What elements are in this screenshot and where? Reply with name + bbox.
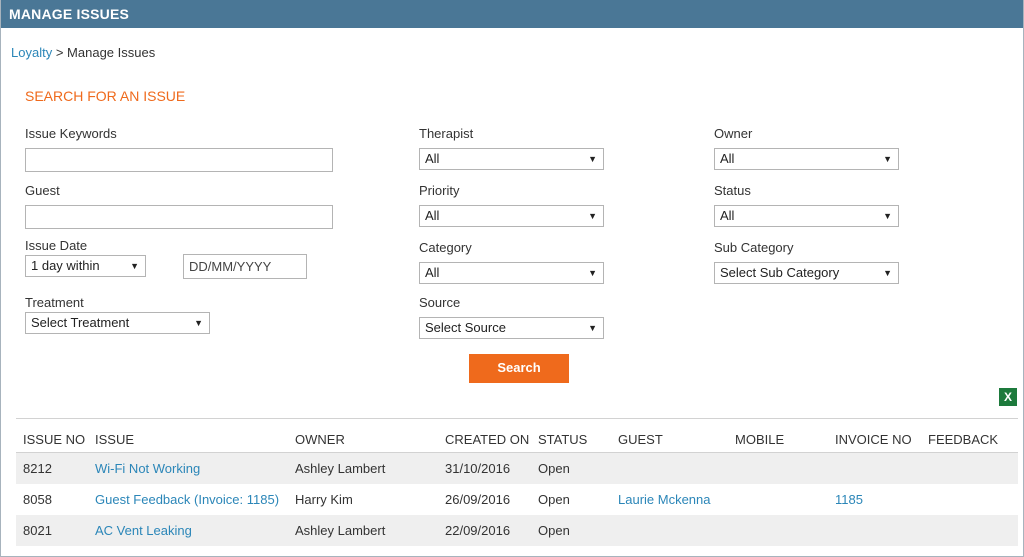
priority-label: Priority — [419, 183, 460, 198]
issue-date-range-select[interactable]: 1 day within ▼ — [25, 255, 146, 277]
cell-feedback — [921, 515, 1018, 546]
owner-select[interactable]: All ▼ — [714, 148, 899, 170]
column-header-owner[interactable]: OWNER — [288, 428, 438, 453]
table-row: 8021 AC Vent Leaking Ashley Lambert 22/0… — [16, 515, 1018, 546]
status-select-value: All — [720, 208, 735, 223]
guest-label: Guest — [25, 183, 60, 198]
cell-owner: Harry Kim — [295, 492, 353, 507]
treatment-select-value: Select Treatment — [31, 315, 130, 330]
issue-keywords-input[interactable] — [25, 148, 333, 172]
sub-category-label: Sub Category — [714, 240, 794, 255]
chevron-down-icon: ▼ — [588, 211, 597, 221]
invoice-link[interactable] — [828, 515, 921, 546]
sub-category-select-value: Select Sub Category — [720, 265, 840, 280]
window-title: MANAGE ISSUES — [1, 0, 1023, 28]
priority-select-value: All — [425, 208, 440, 223]
issue-date-input[interactable] — [183, 254, 307, 279]
cell-owner: Ashley Lambert — [288, 452, 438, 484]
cell-feedback — [921, 452, 1018, 484]
cell-status: Open — [531, 452, 611, 484]
manage-issues-window: MANAGE ISSUES Loyalty > Manage Issues SE… — [0, 0, 1024, 557]
breadcrumb: Loyalty > Manage Issues — [11, 45, 155, 60]
issue-date-label: Issue Date — [25, 238, 88, 253]
status-label: Status — [714, 183, 751, 198]
cell-created-on: 26/09/2016 — [445, 492, 511, 507]
table-header-row: ISSUE NO ISSUE OWNER CREATED ON STATUS G… — [16, 428, 1018, 453]
issues-table: ISSUE NO ISSUE OWNER CREATED ON STATUS G… — [16, 428, 1018, 546]
breadcrumb-separator: > — [55, 45, 64, 60]
cell-mobile — [728, 484, 828, 515]
table-row: 8212 Wi-Fi Not Working Ashley Lambert 31… — [16, 452, 1018, 484]
therapist-select[interactable]: All ▼ — [419, 148, 604, 170]
cell-issue-no: 8058 — [23, 492, 52, 507]
cell-status: Open — [538, 492, 570, 507]
cell-created-on: 31/10/2016 — [438, 452, 531, 484]
owner-label: Owner — [714, 126, 753, 141]
issue-link[interactable]: AC Vent Leaking — [88, 515, 288, 546]
cell-mobile — [728, 515, 828, 546]
priority-select[interactable]: All ▼ — [419, 205, 604, 227]
cell-issue-no: 8021 — [16, 515, 88, 546]
guest-link[interactable]: Laurie Mckenna — [611, 484, 728, 515]
cell-owner: Ashley Lambert — [288, 515, 438, 546]
guest-input[interactable] — [25, 205, 333, 229]
column-header-issue-no[interactable]: ISSUE NO — [16, 428, 88, 453]
column-header-invoice-no[interactable]: INVOICE NO — [828, 428, 921, 453]
issue-link[interactable]: Guest Feedback (Invoice: 1185) — [88, 484, 288, 515]
divider — [16, 418, 1018, 419]
category-select[interactable]: All ▼ — [419, 262, 604, 284]
treatment-label: Treatment — [25, 295, 84, 310]
issue-link[interactable]: Wi-Fi Not Working — [88, 452, 288, 484]
guest-link[interactable] — [611, 452, 728, 484]
column-header-guest[interactable]: GUEST — [611, 428, 728, 453]
invoice-link[interactable]: 1185 — [828, 484, 921, 515]
chevron-down-icon: ▼ — [588, 154, 597, 164]
owner-select-value: All — [720, 151, 735, 166]
sub-category-select[interactable]: Select Sub Category ▼ — [714, 262, 899, 284]
column-header-feedback[interactable]: FEEDBACK — [921, 428, 1018, 453]
chevron-down-icon: ▼ — [883, 211, 892, 221]
cell-issue-no: 8212 — [16, 452, 88, 484]
chevron-down-icon: ▼ — [130, 261, 139, 271]
issue-keywords-label: Issue Keywords — [25, 126, 117, 141]
therapist-select-value: All — [425, 151, 440, 166]
chevron-down-icon: ▼ — [588, 268, 597, 278]
breadcrumb-current: Manage Issues — [67, 45, 156, 60]
chevron-down-icon: ▼ — [883, 154, 892, 164]
category-label: Category — [419, 240, 472, 255]
chevron-down-icon: ▼ — [194, 318, 203, 328]
source-label: Source — [419, 295, 461, 310]
search-section-title: SEARCH FOR AN ISSUE — [25, 88, 186, 104]
column-header-created-on[interactable]: CREATED ON — [438, 428, 531, 453]
search-button[interactable]: Search — [469, 354, 569, 383]
source-select-value: Select Source — [425, 320, 506, 335]
issue-date-range-value: 1 day within — [31, 258, 100, 273]
chevron-down-icon: ▼ — [588, 323, 597, 333]
column-header-status[interactable]: STATUS — [531, 428, 611, 453]
status-select[interactable]: All ▼ — [714, 205, 899, 227]
breadcrumb-loyalty-link[interactable]: Loyalty — [11, 45, 52, 60]
therapist-label: Therapist — [419, 126, 474, 141]
excel-icon[interactable]: X — [999, 388, 1017, 406]
invoice-link[interactable] — [828, 452, 921, 484]
source-select[interactable]: Select Source ▼ — [419, 317, 604, 339]
cell-status: Open — [531, 515, 611, 546]
category-select-value: All — [425, 265, 440, 280]
column-header-issue[interactable]: ISSUE — [88, 428, 288, 453]
cell-feedback — [921, 484, 1018, 515]
guest-link[interactable] — [611, 515, 728, 546]
cell-created-on: 22/09/2016 — [438, 515, 531, 546]
column-header-mobile[interactable]: MOBILE — [728, 428, 828, 453]
cell-mobile — [728, 452, 828, 484]
chevron-down-icon: ▼ — [883, 268, 892, 278]
table-row: 8058 Guest Feedback (Invoice: 1185) Harr… — [16, 484, 1018, 515]
treatment-select[interactable]: Select Treatment ▼ — [25, 312, 210, 334]
